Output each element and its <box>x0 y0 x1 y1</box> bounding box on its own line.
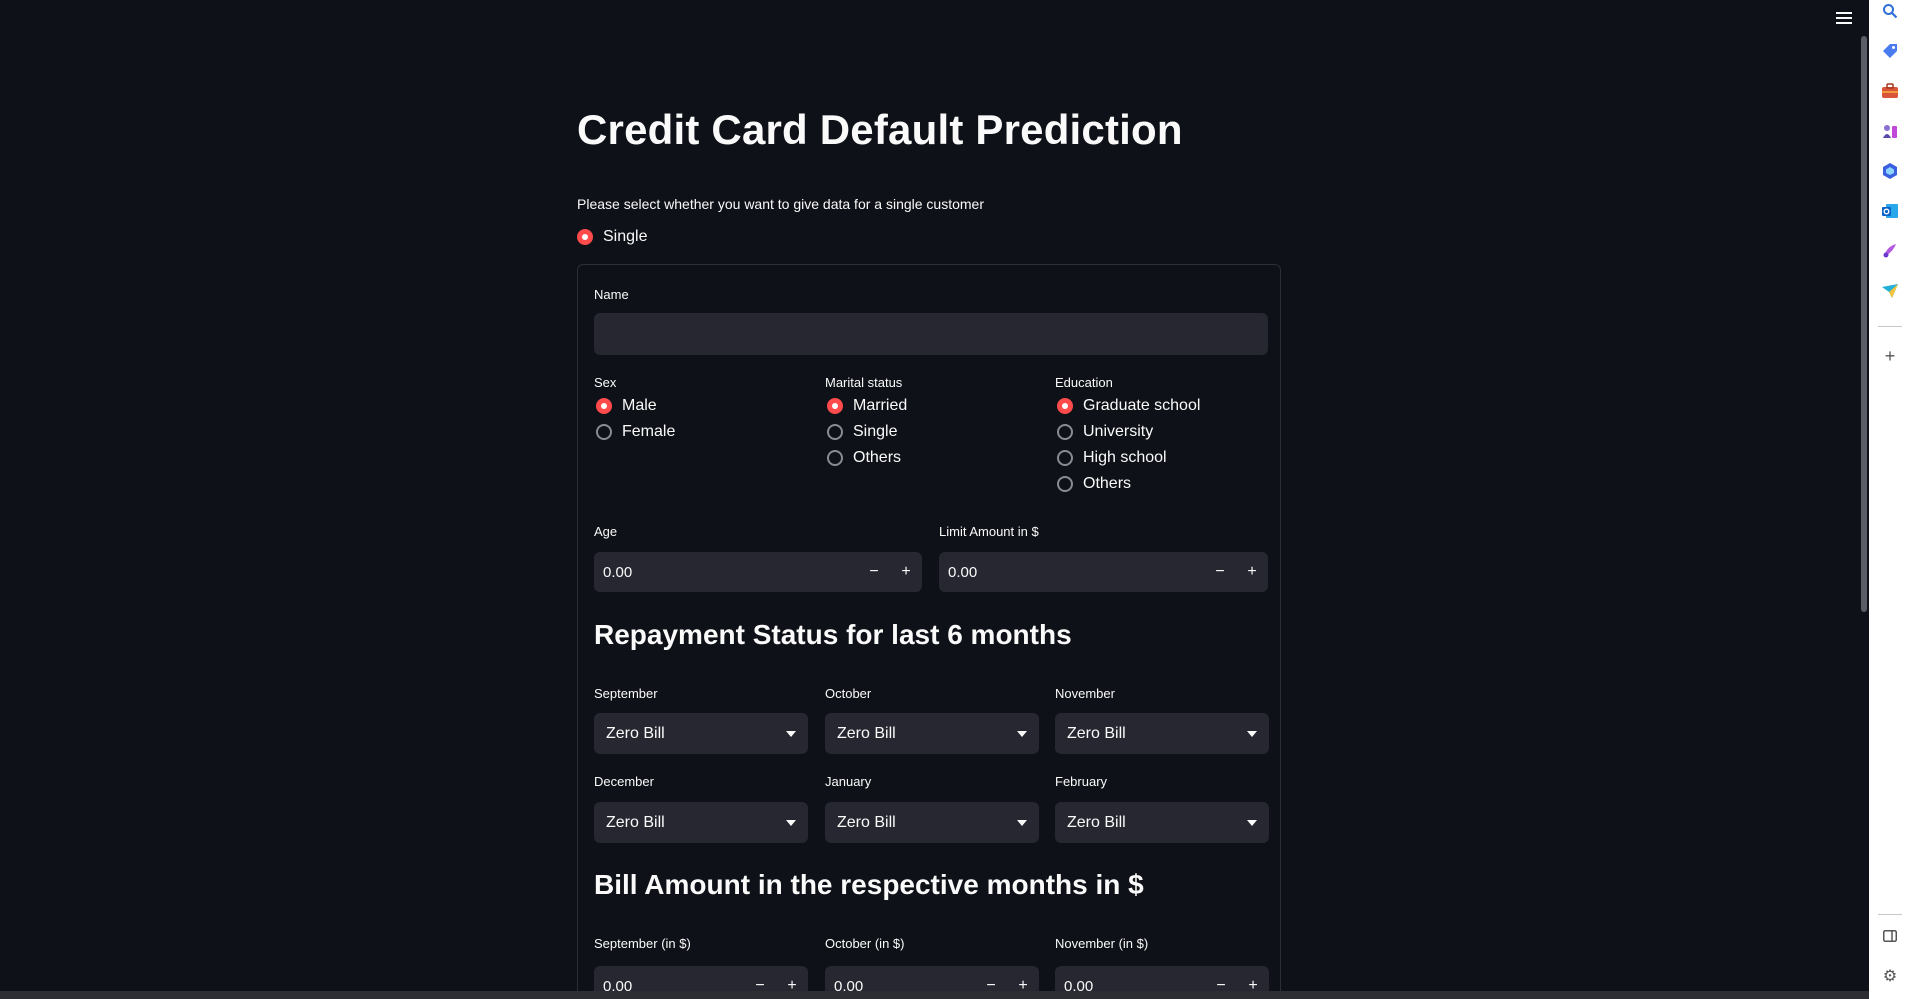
january-label: January <box>825 774 872 789</box>
education-radio-group: Graduate school University High school O… <box>1057 393 1200 497</box>
october-select[interactable]: Zero Bill <box>825 713 1039 754</box>
september-select[interactable]: Zero Bill <box>594 713 808 754</box>
games-icon[interactable] <box>1880 121 1900 141</box>
mode-question: Please select whether you want to give d… <box>577 196 984 212</box>
select-value: Zero Bill <box>837 724 896 742</box>
radio-button[interactable] <box>596 424 612 440</box>
settings-icon[interactable]: ⚙ <box>1880 966 1900 986</box>
age-number-input[interactable]: 0.00 − + <box>594 552 922 592</box>
radio-option-graduate-school[interactable]: Graduate school <box>1057 393 1200 419</box>
radio-button[interactable] <box>1057 398 1073 414</box>
select-value: Zero Bill <box>1067 813 1126 831</box>
november-bill-label: November (in $) <box>1055 936 1149 951</box>
send-icon[interactable] <box>1880 281 1900 301</box>
radio-label: Single <box>853 423 898 440</box>
chevron-down-icon <box>1017 730 1027 737</box>
radio-button[interactable] <box>596 398 612 414</box>
february-select[interactable]: Zero Bill <box>1055 802 1269 843</box>
chevron-down-icon <box>786 730 796 737</box>
select-value: Zero Bill <box>606 813 665 831</box>
radio-button[interactable] <box>827 398 843 414</box>
browser-sidebar: + ⚙ <box>1869 0 1910 999</box>
copilot-icon[interactable] <box>1880 161 1900 181</box>
sex-label: Sex <box>594 375 617 390</box>
add-icon[interactable]: + <box>1880 346 1900 366</box>
name-label: Name <box>594 287 629 302</box>
radio-label: Others <box>853 449 902 466</box>
customer-form: Name Sex Male Female Marital status Marr… <box>577 264 1281 999</box>
chevron-down-icon <box>786 819 796 826</box>
radio-label: University <box>1083 423 1154 440</box>
repayment-heading: Repayment Status for last 6 months <box>594 619 1072 650</box>
november-label: November <box>1055 686 1115 701</box>
split-screen-icon[interactable] <box>1880 926 1900 946</box>
radio-button[interactable] <box>1057 476 1073 492</box>
briefcase-icon[interactable] <box>1880 81 1900 101</box>
decrement-button[interactable]: − <box>1204 552 1236 592</box>
select-value: Zero Bill <box>606 724 665 742</box>
september-label: September <box>594 686 658 701</box>
october-label: October <box>825 686 872 701</box>
radio-label: Single <box>603 228 648 245</box>
chevron-down-icon <box>1017 819 1027 826</box>
sidebar-divider <box>1878 326 1902 327</box>
limit-amount-number-input[interactable]: 0.00 − + <box>939 552 1268 592</box>
radio-option-high-school[interactable]: High school <box>1057 445 1200 471</box>
scrollbar-thumb[interactable] <box>1861 36 1867 612</box>
education-label: Education <box>1055 375 1113 390</box>
marital-status-label: Marital status <box>825 375 903 390</box>
limit-amount-value[interactable]: 0.00 <box>939 564 1204 581</box>
radio-option-single[interactable]: Single <box>827 419 907 445</box>
radio-option-university[interactable]: University <box>1057 419 1200 445</box>
radio-option-others[interactable]: Others <box>1057 471 1200 497</box>
bottom-edge <box>0 991 1869 999</box>
radio-option-married[interactable]: Married <box>827 393 907 419</box>
radio-button[interactable] <box>827 424 843 440</box>
radio-option-others[interactable]: Others <box>827 445 907 471</box>
november-select[interactable]: Zero Bill <box>1055 713 1269 754</box>
sex-radio-group: Male Female <box>596 393 675 445</box>
name-input[interactable] <box>594 313 1268 355</box>
increment-button[interactable]: + <box>1236 552 1268 592</box>
bill-amount-heading: Bill Amount in the respective months in … <box>594 869 1144 900</box>
select-value: Zero Bill <box>1067 724 1126 742</box>
hamburger-menu-icon[interactable] <box>1832 6 1856 30</box>
decrement-button[interactable]: − <box>858 552 890 592</box>
select-value: Zero Bill <box>837 813 896 831</box>
radio-label: Graduate school <box>1083 397 1201 414</box>
page-title: Credit Card Default Prediction <box>577 106 1183 153</box>
radio-label: High school <box>1083 449 1167 466</box>
radio-button[interactable] <box>1057 424 1073 440</box>
december-label: December <box>594 774 654 789</box>
radio-button[interactable] <box>577 229 593 245</box>
increment-button[interactable]: + <box>890 552 922 592</box>
limit-amount-label: Limit Amount in $ <box>939 524 1039 539</box>
radio-label: Male <box>622 397 657 414</box>
radio-button[interactable] <box>827 450 843 466</box>
search-icon[interactable] <box>1880 1 1900 21</box>
app-root: Credit Card Default Prediction Please se… <box>0 0 1910 999</box>
radio-label: Married <box>853 397 908 414</box>
january-select[interactable]: Zero Bill <box>825 802 1039 843</box>
radio-option-male[interactable]: Male <box>596 393 675 419</box>
radio-option-single[interactable]: Single <box>577 224 647 250</box>
radio-button[interactable] <box>1057 450 1073 466</box>
marital-radio-group: Married Single Others <box>827 393 907 471</box>
radio-label: Others <box>1083 475 1132 492</box>
designer-icon[interactable] <box>1880 241 1900 261</box>
september-bill-label: September (in $) <box>594 936 691 951</box>
chevron-down-icon <box>1247 730 1257 737</box>
december-select[interactable]: Zero Bill <box>594 802 808 843</box>
october-bill-label: October (in $) <box>825 936 905 951</box>
radio-option-female[interactable]: Female <box>596 419 675 445</box>
radio-label: Female <box>622 423 676 440</box>
chevron-down-icon <box>1247 819 1257 826</box>
sidebar-divider <box>1878 914 1902 915</box>
age-label: Age <box>594 524 618 539</box>
outlook-icon[interactable] <box>1880 201 1900 221</box>
february-label: February <box>1055 774 1108 789</box>
tag-icon[interactable] <box>1880 41 1900 61</box>
age-value[interactable]: 0.00 <box>594 564 858 581</box>
